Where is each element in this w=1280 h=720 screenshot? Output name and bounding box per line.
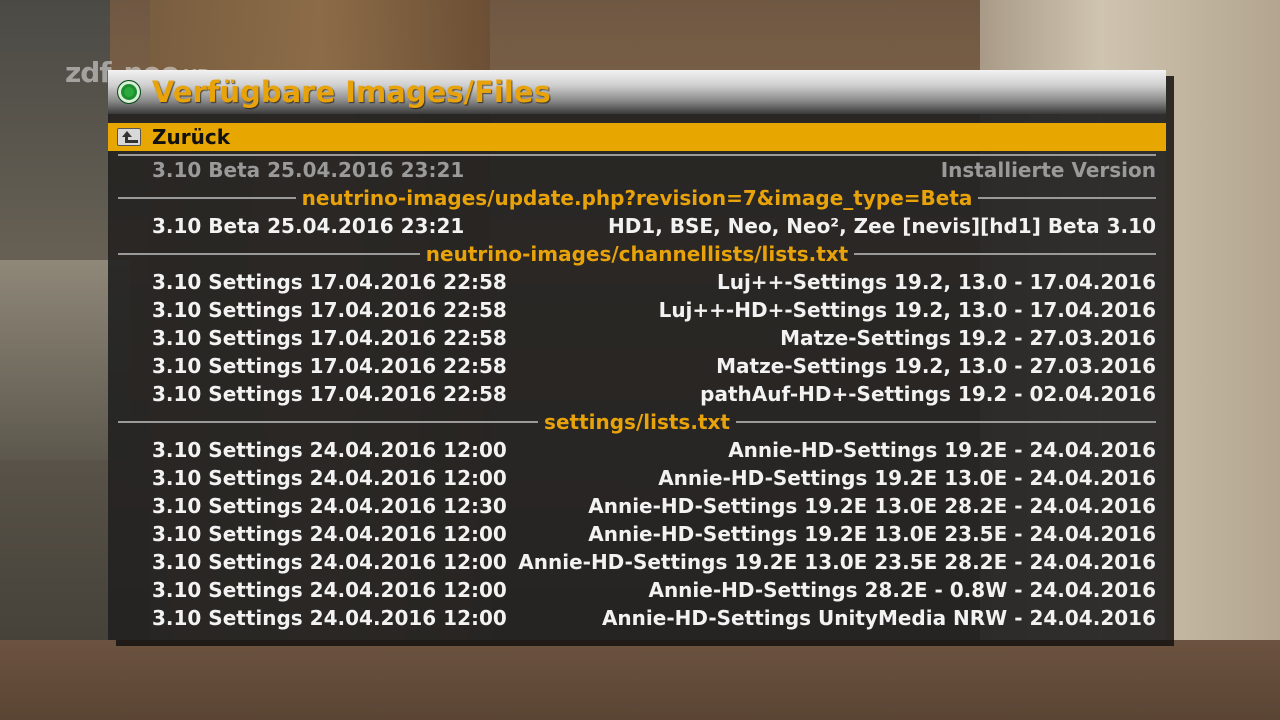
list-item[interactable]: 3.10 Settings 24.04.2016 12:00 Annie-HD-S…	[118, 464, 1156, 492]
list-item-description: HD1, BSE, Neo, Neo², Zee [nevis][hd1] Be…	[607, 214, 1156, 238]
list-item-description: Annie-HD-Settings 19.2E - 24.04.2016	[728, 438, 1156, 462]
section-divider-line	[735, 421, 1157, 423]
list-item-version: 3.10 Settings 24.04.2016 12:00	[152, 438, 507, 462]
list-item[interactable]: 3.10 Settings 24.04.2016 12:00 Annie-HD-S…	[118, 436, 1156, 464]
section-divider-line	[978, 197, 1157, 199]
back-menu-item[interactable]: Zurück	[108, 123, 1166, 151]
section-header: settings/lists.txt	[118, 408, 1157, 436]
section-divider-line	[118, 253, 420, 255]
list-item[interactable]: 3.10 Settings 24.04.2016 12:00 Annie-HD-S…	[118, 604, 1156, 632]
installed-version-label: Installierte Version	[940, 158, 1156, 182]
back-arrow-icon	[117, 128, 141, 146]
list-item[interactable]: 3.10 Settings 24.04.2016 12:00 Annie-HD-S…	[118, 520, 1156, 548]
list-item-version: 3.10 Beta 25.04.2016 23:21	[152, 214, 465, 238]
list-item-description: Annie-HD-Settings 19.2E 13.0E 23.5E 28.2…	[518, 550, 1156, 574]
list-item[interactable]: 3.10 Settings 24.04.2016 12:00 Annie-HD-S…	[118, 576, 1156, 604]
image-file-list: 3.10 Beta 25.04.2016 23:21 Installierte …	[118, 154, 1157, 632]
installed-version-name: 3.10 Beta 25.04.2016 23:21	[152, 158, 465, 182]
list-item-description: Annie-HD-Settings 19.2E 13.0E - 24.04.20…	[658, 466, 1156, 490]
list-item-version: 3.10 Settings 24.04.2016 12:00	[152, 578, 507, 602]
background-floor	[0, 640, 1280, 720]
list-item-version: 3.10 Settings 17.04.2016 22:58	[152, 354, 507, 378]
list-item-description: pathAuf-HD+-Settings 19.2 - 02.04.2016	[700, 382, 1156, 406]
section-divider-line	[118, 197, 296, 199]
neutrino-update-icon	[117, 80, 141, 104]
back-label: Zurück	[152, 125, 230, 149]
list-item-version: 3.10 Settings 17.04.2016 22:58	[152, 298, 507, 322]
list-item[interactable]: 3.10 Settings 17.04.2016 22:58 pathAuf-HD…	[118, 380, 1156, 408]
list-sections: neutrino-images/update.php?revision=7&im…	[118, 184, 1157, 632]
list-item-version: 3.10 Settings 24.04.2016 12:00	[152, 550, 507, 574]
section-header-label: settings/lists.txt	[544, 410, 730, 434]
list-item-description: Annie-HD-Settings 28.2E - 0.8W - 24.04.2…	[648, 578, 1156, 602]
list-item[interactable]: 3.10 Settings 24.04.2016 12:00 Annie-HD-S…	[118, 548, 1156, 576]
list-item-version: 3.10 Settings 24.04.2016 12:00	[152, 466, 507, 490]
installed-version-row: 3.10 Beta 25.04.2016 23:21 Installierte …	[118, 156, 1156, 184]
window-titlebar: Verfügbare Images/Files	[108, 70, 1166, 114]
section-header-label: neutrino-images/channellists/lists.txt	[425, 242, 849, 266]
list-item-description: Matze-Settings 19.2, 13.0 - 27.03.2016	[716, 354, 1156, 378]
list-item-version: 3.10 Settings 17.04.2016 22:58	[152, 382, 507, 406]
list-item-version: 3.10 Settings 24.04.2016 12:00	[152, 522, 507, 546]
list-item-description: Luj++-HD+-Settings 19.2, 13.0 - 17.04.20…	[658, 298, 1156, 322]
list-item-description: Luj++-Settings 19.2, 13.0 - 17.04.2016	[716, 270, 1156, 294]
list-item[interactable]: 3.10 Settings 17.04.2016 22:58 Luj++-HD+-…	[118, 296, 1156, 324]
image-files-window: Verfügbare Images/Files Zurück 3.10 Beta…	[108, 70, 1166, 640]
list-item-description: Annie-HD-Settings UnityMedia NRW - 24.04…	[601, 606, 1156, 630]
list-item[interactable]: 3.10 Beta 25.04.2016 23:21 HD1, BSE, Neo,…	[118, 212, 1156, 240]
list-item-version: 3.10 Settings 24.04.2016 12:00	[152, 606, 507, 630]
section-divider-line	[854, 253, 1157, 255]
window-title: Verfügbare Images/Files	[152, 75, 551, 109]
list-item-version: 3.10 Settings 17.04.2016 22:58	[152, 270, 507, 294]
list-item-version: 3.10 Settings 24.04.2016 12:30	[152, 494, 507, 518]
section-header-label: neutrino-images/update.php?revision=7&im…	[301, 186, 973, 210]
list-item-description: Matze-Settings 19.2 - 27.03.2016	[780, 326, 1156, 350]
list-item-version: 3.10 Settings 17.04.2016 22:58	[152, 326, 507, 350]
list-item-description: Annie-HD-Settings 19.2E 13.0E 28.2E - 24…	[588, 494, 1156, 518]
section-header: neutrino-images/channellists/lists.txt	[118, 240, 1157, 268]
list-item[interactable]: 3.10 Settings 17.04.2016 22:58 Matze-Sett…	[118, 352, 1156, 380]
list-item[interactable]: 3.10 Settings 24.04.2016 12:30 Annie-HD-S…	[118, 492, 1156, 520]
list-item[interactable]: 3.10 Settings 17.04.2016 22:58 Luj++-Sett…	[118, 268, 1156, 296]
section-header: neutrino-images/update.php?revision=7&im…	[118, 184, 1157, 212]
section-divider-line	[118, 421, 539, 423]
list-item[interactable]: 3.10 Settings 17.04.2016 22:58 Matze-Sett…	[118, 324, 1156, 352]
list-item-description: Annie-HD-Settings 19.2E 13.0E 23.5E - 24…	[588, 522, 1156, 546]
